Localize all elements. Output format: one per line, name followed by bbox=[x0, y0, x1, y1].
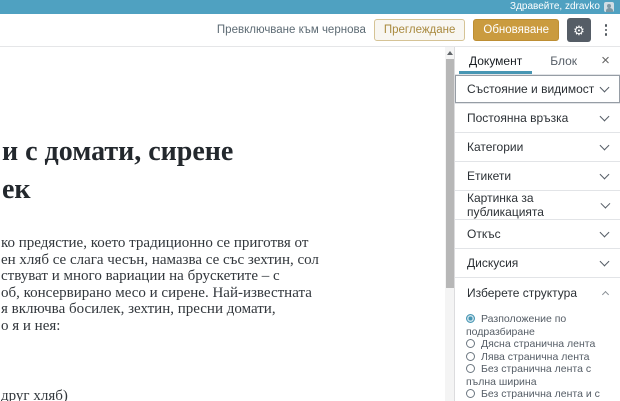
radio-option-default-layout[interactable]: Разположение по подразбиране bbox=[466, 313, 611, 338]
more-options-button[interactable] bbox=[599, 18, 613, 42]
body-line: об, консервирано месо и сирене. Най-изве… bbox=[1, 284, 312, 301]
chevron-down-icon bbox=[599, 256, 610, 267]
panel-permalink[interactable]: Постоянна връзка bbox=[455, 104, 620, 133]
admin-bar: Здравейте, zdravko bbox=[0, 0, 620, 14]
panel-featured-image[interactable]: Картинка за публикацията bbox=[455, 191, 620, 220]
radio-label: Без странична лента и с центрирано съдър… bbox=[466, 388, 600, 401]
panel-discussion[interactable]: Дискусия bbox=[455, 249, 620, 278]
scroll-up-arrow[interactable] bbox=[445, 47, 454, 58]
content-scrollbar bbox=[445, 47, 454, 401]
radio-label: Дясна странична лента bbox=[481, 338, 596, 350]
post-list-item-fragment[interactable]: друг хляб) bbox=[1, 388, 68, 401]
radio-label: Разположение по подразбиране bbox=[466, 313, 567, 338]
radio-icon[interactable] bbox=[466, 339, 475, 348]
radio-icon[interactable] bbox=[466, 389, 475, 398]
panel-label: Дискусия bbox=[467, 256, 519, 270]
body-line: ко предястие, което традиционно се приго… bbox=[1, 235, 309, 251]
chevron-down-icon bbox=[599, 169, 610, 180]
scrollbar-thumb[interactable] bbox=[445, 59, 454, 288]
post-title-input[interactable]: и с домати, сирене ек bbox=[2, 133, 432, 209]
panel-tags[interactable]: Етикети bbox=[455, 162, 620, 191]
radio-label: Лява странична лента bbox=[481, 350, 590, 363]
post-canvas[interactable]: и с домати, сирене ек ко предястие, коет… bbox=[0, 47, 445, 401]
structure-options: Разположение по подразбиране Дясна стран… bbox=[455, 307, 615, 401]
panel-choose-structure[interactable]: Изберете структура bbox=[455, 278, 620, 307]
panel-label: Състояние и видимост bbox=[467, 82, 595, 96]
tab-document[interactable]: Документ bbox=[455, 47, 536, 74]
close-icon: × bbox=[601, 52, 610, 69]
chevron-up-icon bbox=[601, 290, 610, 298]
panel-categories[interactable]: Категории bbox=[455, 133, 620, 162]
body-line: о я и нея: bbox=[1, 317, 61, 334]
radio-option-no-sidebar-full-width[interactable]: Без странична лента с пълна ширина bbox=[466, 363, 611, 388]
triangle-up-icon bbox=[446, 50, 453, 55]
chevron-down-icon bbox=[599, 140, 610, 151]
body-line: я включва босилек, зехтин, пресни домати… bbox=[1, 301, 276, 317]
radio-icon[interactable] bbox=[466, 351, 475, 361]
sidebar-tabs: Документ Блок × bbox=[455, 47, 620, 75]
radio-icon[interactable] bbox=[466, 364, 475, 373]
preview-button[interactable]: Преглеждане bbox=[373, 19, 466, 41]
panel-label: Етикети bbox=[467, 169, 512, 183]
wordpress-editor: Здравейте, zdravko Превключване към черн… bbox=[0, 0, 620, 401]
dot-icon bbox=[604, 28, 608, 32]
dot-icon bbox=[604, 24, 608, 27]
settings-sidebar: Документ Блок × Състояние и видимост Пос… bbox=[454, 47, 620, 401]
panel-status-visibility[interactable]: Състояние и видимост bbox=[455, 75, 620, 104]
radio-option-left-sidebar[interactable]: Лява странична лента bbox=[466, 351, 611, 364]
gear-icon: ⚙ bbox=[573, 22, 585, 38]
panel-label: Картинка за публикацията bbox=[467, 191, 544, 219]
post-paragraph[interactable]: ко предястие, което традиционно се приго… bbox=[1, 235, 431, 334]
chevron-down-icon bbox=[599, 227, 610, 238]
panel-label: Категории bbox=[467, 140, 524, 154]
radio-icon[interactable] bbox=[466, 314, 475, 323]
chevron-down-icon bbox=[599, 82, 610, 93]
close-sidebar-button[interactable]: × bbox=[591, 47, 620, 74]
body-line: ен хляб се слага чесън, намазва се със з… bbox=[1, 251, 319, 268]
panel-label: Изберете структура bbox=[467, 285, 577, 300]
avatar-icon[interactable] bbox=[604, 2, 614, 12]
panel-label: Откъс bbox=[467, 227, 501, 241]
admin-greeting[interactable]: Здравейте, zdravko bbox=[510, 0, 600, 14]
panel-excerpt[interactable]: Откъс bbox=[455, 220, 620, 249]
dot-icon bbox=[604, 33, 608, 36]
update-button[interactable]: Обновяване bbox=[473, 19, 559, 41]
body-line: ствуват и много вариации на брускетите –… bbox=[1, 268, 280, 284]
settings-gear-button[interactable]: ⚙ bbox=[567, 18, 591, 42]
post-title-line: ек bbox=[2, 174, 31, 205]
chevron-down-icon bbox=[599, 111, 610, 122]
tab-block[interactable]: Блок bbox=[536, 47, 591, 74]
switch-to-draft-link[interactable]: Превключване към чернова bbox=[217, 24, 366, 36]
panel-label: Постоянна връзка bbox=[467, 111, 569, 125]
radio-label: Без странична лента с пълна ширина bbox=[466, 363, 592, 388]
radio-option-no-sidebar-centered[interactable]: Без странична лента и с центрирано съдър… bbox=[466, 388, 611, 401]
radio-option-right-sidebar[interactable]: Дясна странична лента bbox=[466, 338, 611, 351]
editor-toolbar: Превключване към чернова Преглеждане Обн… bbox=[0, 14, 620, 47]
post-title-line: и с домати, сирене bbox=[2, 136, 234, 167]
